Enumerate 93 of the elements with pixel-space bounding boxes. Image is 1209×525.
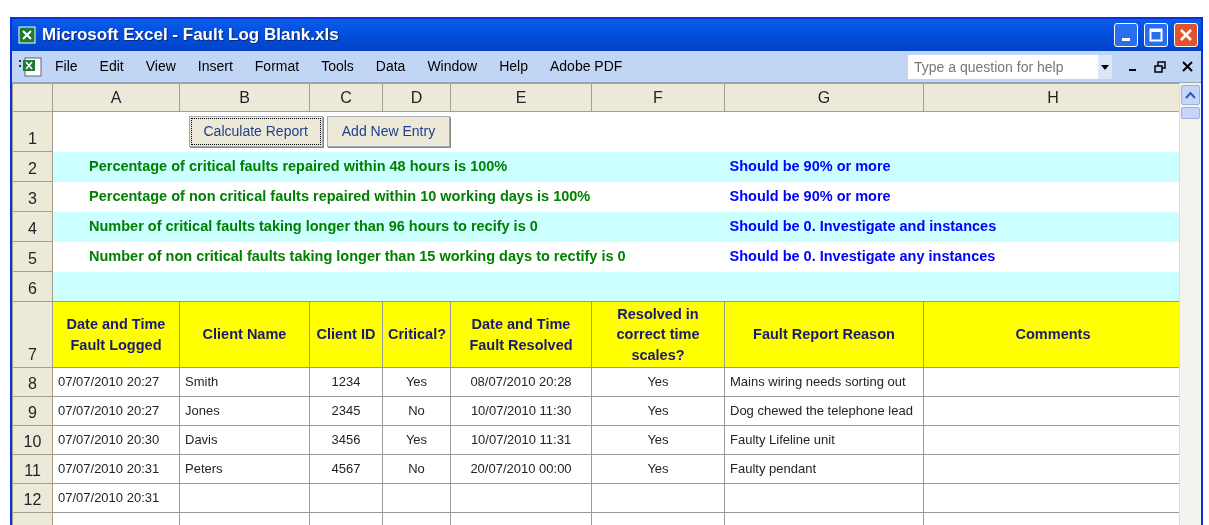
column-header[interactable]: C — [309, 83, 383, 112]
vertical-scrollbar[interactable] — [1179, 83, 1201, 525]
dropdown-caret-icon[interactable] — [1098, 54, 1112, 79]
menu-item[interactable]: Insert — [186, 56, 244, 77]
menu-item[interactable]: Edit — [88, 56, 135, 77]
table-cell: Yes — [382, 425, 451, 455]
menu-item[interactable]: View — [134, 56, 187, 77]
row-header: 3 — [12, 181, 53, 212]
table-cell: 08/07/2010 20:28 — [450, 367, 592, 397]
table-cell: 4567 — [309, 454, 383, 484]
row-header: 1 — [12, 111, 53, 152]
restore-icon[interactable] — [1154, 60, 1166, 73]
menu-item[interactable]: Tools — [310, 56, 365, 77]
table-cell: Peters — [179, 454, 310, 484]
column-heading: Date and Time Fault Resolved — [450, 301, 592, 368]
column-header[interactable]: B — [179, 83, 310, 112]
table-cell: Yes — [591, 396, 725, 426]
column-heading: Client Name — [179, 301, 310, 368]
minimize-button[interactable] — [1114, 23, 1138, 47]
table-cell: 2345 — [309, 396, 383, 426]
target-text: Should be 0. Investigate any instances — [724, 241, 1179, 272]
summary-text: Number of non critical faults taking longer than 15 working days to rectify is 0 — [52, 241, 725, 272]
column-heading: Fault Report Reason — [724, 301, 924, 368]
column-heading: Resolved in correct time scales? — [591, 301, 725, 368]
chevron-up-icon — [1185, 91, 1196, 99]
workbook-icon[interactable] — [18, 55, 44, 78]
scrollbar-thumb[interactable] — [1181, 107, 1200, 119]
table-cell: Yes — [591, 425, 725, 455]
close-icon[interactable] — [1182, 61, 1193, 72]
table-cell: 07/07/2010 20:31 — [52, 454, 180, 484]
row-header: 7 — [12, 301, 53, 368]
table-cell: No — [382, 454, 451, 484]
row-header: 12 — [12, 483, 53, 513]
table-cell: Yes — [591, 367, 725, 397]
table-cell: 1234 — [309, 367, 383, 397]
sheet-button[interactable]: Add New Entry — [326, 116, 451, 148]
menu-item[interactable]: Adobe PDF — [539, 56, 634, 77]
close-button[interactable] — [1174, 23, 1198, 47]
menu-item[interactable]: Help — [488, 56, 539, 77]
close-icon — [1179, 28, 1193, 42]
table-cell: 10/07/2010 11:31 — [450, 425, 592, 455]
table-cell: Yes — [382, 367, 451, 397]
table-cell: 07/07/2010 20:27 — [52, 367, 180, 397]
table-cell: 10/07/2010 11:30 — [450, 396, 592, 426]
minimize-icon — [1122, 38, 1130, 41]
table-cell: Davis — [179, 425, 310, 455]
target-text: Should be 90% or more — [724, 151, 1179, 182]
table-cell: 20/07/2010 00:00 — [450, 454, 592, 484]
menu-item[interactable]: Window — [416, 56, 489, 77]
column-header[interactable]: G — [724, 83, 924, 112]
scroll-up-button[interactable] — [1181, 85, 1200, 105]
maximize-icon — [1149, 28, 1163, 42]
menu-item[interactable]: Format — [243, 56, 311, 77]
row-header: 2 — [12, 151, 53, 182]
row-header: 4 — [12, 211, 53, 242]
table-cell: 07/07/2010 20:31 — [52, 483, 180, 513]
row-header: 10 — [12, 425, 53, 455]
row-header: 5 — [12, 241, 53, 272]
table-cell: 07/07/2010 20:30 — [52, 425, 180, 455]
table-cell: Smith — [179, 367, 310, 397]
row-header: 11 — [12, 454, 53, 484]
row-header: 8 — [12, 367, 53, 397]
column-heading: Date and Time Fault Logged — [52, 301, 180, 368]
column-header[interactable]: A — [52, 83, 180, 112]
table-cell: 07/07/2010 20:27 — [52, 396, 180, 426]
column-header[interactable]: H — [923, 83, 1179, 112]
column-heading: Critical? — [382, 301, 451, 368]
column-header[interactable]: D — [382, 83, 451, 112]
table-cell: No — [382, 396, 451, 426]
target-text: Should be 0. Investigate and instances — [724, 211, 1179, 242]
column-header[interactable]: F — [591, 83, 725, 112]
summary-text: Percentage of critical faults repaired within 48 hours is 100% — [52, 151, 725, 182]
table-cell: 3456 — [309, 425, 383, 455]
column-header[interactable]: E — [450, 83, 592, 112]
table-cell: Faulty Lifeline unit — [724, 425, 924, 455]
summary-text: Percentage of non critical faults repaired within 10 working days is 100% — [52, 181, 725, 212]
maximize-button[interactable] — [1144, 23, 1168, 47]
column-heading: Comments — [923, 301, 1179, 368]
summary-text: Number of critical faults taking longer than 96 hours to recify is 0 — [52, 211, 725, 242]
table-cell: Faulty pendant — [724, 454, 924, 484]
row-header: 6 — [12, 271, 53, 302]
table-cell: Dog chewed the telephone lead — [724, 396, 924, 426]
target-text: Should be 90% or more — [724, 181, 1179, 212]
menu-item[interactable]: Data — [364, 56, 417, 77]
column-heading: Client ID — [309, 301, 383, 368]
table-cell: Yes — [591, 454, 725, 484]
row-header: 9 — [12, 396, 53, 426]
menu-item[interactable]: File — [44, 56, 89, 77]
table-cell: Jones — [179, 396, 310, 426]
window-title: Microsoft Excel - Fault Log Blank.xls — [42, 24, 340, 47]
table-cell: Mains wiring needs sorting out — [724, 367, 924, 397]
spreadsheet-icon — [18, 26, 36, 44]
sheet-button[interactable]: Calculate Report — [188, 116, 323, 148]
